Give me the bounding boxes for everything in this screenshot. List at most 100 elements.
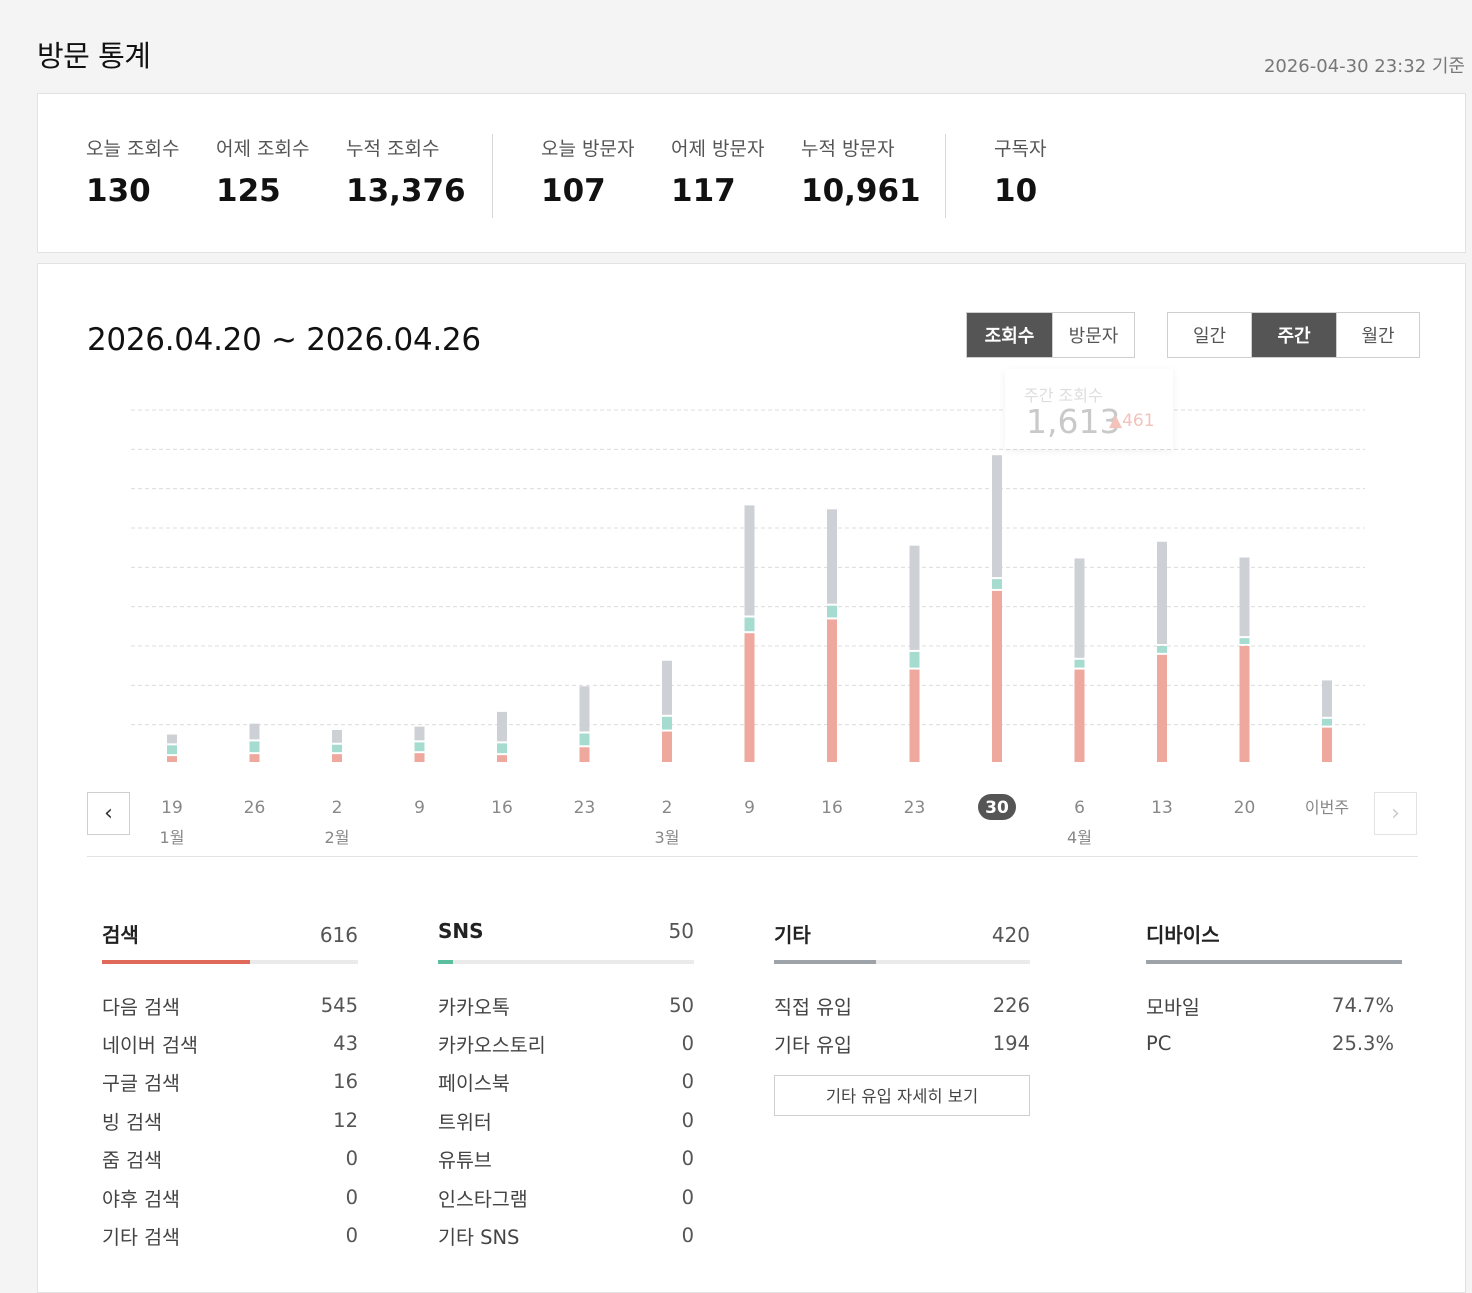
search-share-fill — [102, 960, 251, 964]
search-row-value: 0 — [345, 1224, 358, 1248]
bar-segment — [1322, 727, 1332, 762]
search-row-value: 545 — [320, 993, 358, 1017]
stat-label: 어제 방문자 — [671, 138, 765, 160]
sns-row-label: 페이스북 — [438, 1072, 510, 1096]
device-title: 디바이스 — [1146, 923, 1220, 947]
search-row: 야후 검색 0 — [102, 1178, 358, 1216]
x-tick-label: 19 — [161, 798, 183, 818]
bar-segment — [992, 455, 1002, 578]
bar-segment — [1239, 646, 1250, 762]
other-row-label: 기타 유입 — [774, 1034, 852, 1058]
bar-segment — [662, 716, 672, 730]
stat-label: 누적 방문자 — [801, 138, 895, 160]
sns-row-value: 50 — [669, 993, 694, 1017]
stat-yesterday-views: 어제 조회수 125 — [216, 134, 309, 209]
chart-prev-button[interactable]: ‹ — [87, 792, 130, 835]
x-tick-label: 2 — [662, 798, 673, 818]
chart-next-button[interactable]: › — [1374, 792, 1417, 835]
search-row: 구글 검색 16 — [102, 1063, 358, 1101]
other-breakdown: 기타 420 직접 유입 226 기타 유입 194 기타 유입 자세히 보기 — [774, 919, 1030, 1116]
bar-segment — [332, 744, 342, 753]
search-row-label: 야후 검색 — [102, 1187, 180, 1211]
x-tick-label: 2 — [332, 798, 343, 818]
sns-row-label: 인스타그램 — [438, 1187, 528, 1211]
stat-value: 125 — [216, 173, 281, 209]
sns-row-label: 카카오스토리 — [438, 1034, 546, 1058]
device-row-label: 모바일 — [1146, 995, 1200, 1019]
stat-value: 13,376 — [346, 173, 466, 209]
stat-label: 오늘 조회수 — [86, 138, 180, 160]
bar-segment — [1322, 718, 1332, 726]
stat-label: 누적 조회수 — [346, 138, 440, 160]
stat-yesterday-visitors: 어제 방문자 117 — [671, 134, 764, 209]
stat-divider — [945, 134, 946, 218]
other-row-value: 226 — [992, 993, 1030, 1017]
stat-value: 10,961 — [801, 173, 921, 209]
bar-segment — [167, 734, 177, 744]
search-total: 616 — [319, 923, 358, 947]
other-share-fill — [774, 960, 877, 964]
bar-segment — [1074, 659, 1085, 668]
other-row-value: 194 — [992, 1032, 1030, 1056]
bar-segment — [992, 579, 1002, 589]
sns-row-value: 0 — [681, 1070, 694, 1094]
search-row-value: 43 — [333, 1032, 358, 1056]
search-row: 네이버 검색 43 — [102, 1024, 358, 1062]
page-title: 방문 통계 — [37, 39, 151, 73]
search-row-value: 0 — [345, 1147, 358, 1171]
other-row-label: 직접 유입 — [774, 995, 852, 1019]
tooltip-value: 1,613 — [1026, 402, 1121, 441]
x-tick-label: 20 — [1234, 798, 1256, 818]
bar-segment — [1157, 654, 1167, 762]
search-row-label: 네이버 검색 — [102, 1034, 198, 1058]
search-row-value: 16 — [333, 1070, 358, 1094]
bar-segment — [249, 723, 260, 740]
sns-row: 카카오톡 50 — [438, 986, 694, 1024]
device-share-bar — [1146, 960, 1402, 964]
sns-row: 기타 SNS 0 — [438, 1216, 694, 1254]
search-row-label: 기타 검색 — [102, 1226, 180, 1250]
search-row: 기타 검색 0 — [102, 1216, 358, 1254]
search-row: 다음 검색 545 — [102, 986, 358, 1024]
bar-segment — [662, 731, 672, 762]
sns-row-value: 0 — [681, 1185, 694, 1209]
bar-segment — [1239, 638, 1250, 644]
stat-subscribers: 구독자 10 — [994, 134, 1046, 209]
bar-segment — [1157, 541, 1167, 644]
stat-value: 107 — [541, 173, 606, 209]
bar-segment — [827, 605, 837, 618]
other-detail-button[interactable]: 기타 유입 자세히 보기 — [774, 1074, 1030, 1116]
sns-row: 트위터 0 — [438, 1101, 694, 1139]
device-row: PC 25.3% — [1146, 1024, 1394, 1062]
x-tick-label: 23 — [574, 798, 596, 818]
search-share-bar — [102, 960, 358, 964]
bar-segment — [909, 669, 920, 762]
sns-share-fill — [438, 960, 454, 964]
summary-card: 오늘 조회수 130 어제 조회수 125 누적 조회수 13,376 오늘 방… — [37, 93, 1466, 253]
bar-segment — [579, 747, 590, 762]
x-tick-label: 6 — [1074, 798, 1085, 818]
sns-row-label: 트위터 — [438, 1110, 492, 1134]
sns-row-value: 0 — [681, 1224, 694, 1248]
chevron-left-icon: ‹ — [104, 801, 113, 826]
bar-segment — [497, 711, 507, 742]
as-of-timestamp: 2026-04-30 23:32 기준 — [1263, 56, 1465, 77]
bar-segment — [497, 755, 507, 762]
sns-share-bar — [438, 960, 694, 964]
sns-title: SNS — [438, 919, 484, 943]
stat-value: 10 — [994, 173, 1038, 209]
sns-row-label: 유튜브 — [438, 1149, 492, 1173]
other-share-bar — [774, 960, 1030, 964]
sns-row: 유튜브 0 — [438, 1140, 694, 1178]
bar-segment — [414, 726, 425, 741]
bar-segment — [497, 743, 507, 754]
x-tick-label: 23 — [904, 798, 926, 818]
bar-segment — [167, 745, 177, 755]
bar-segment — [249, 741, 260, 753]
chart-tooltip: 주간 조회수 1,613 ▲461 — [1005, 369, 1173, 449]
sns-row: 카카오스토리 0 — [438, 1024, 694, 1062]
search-row: 빙 검색 12 — [102, 1101, 358, 1139]
sns-total: 50 — [668, 919, 694, 943]
stat-value: 130 — [86, 173, 151, 209]
sns-row-value: 0 — [681, 1108, 694, 1132]
